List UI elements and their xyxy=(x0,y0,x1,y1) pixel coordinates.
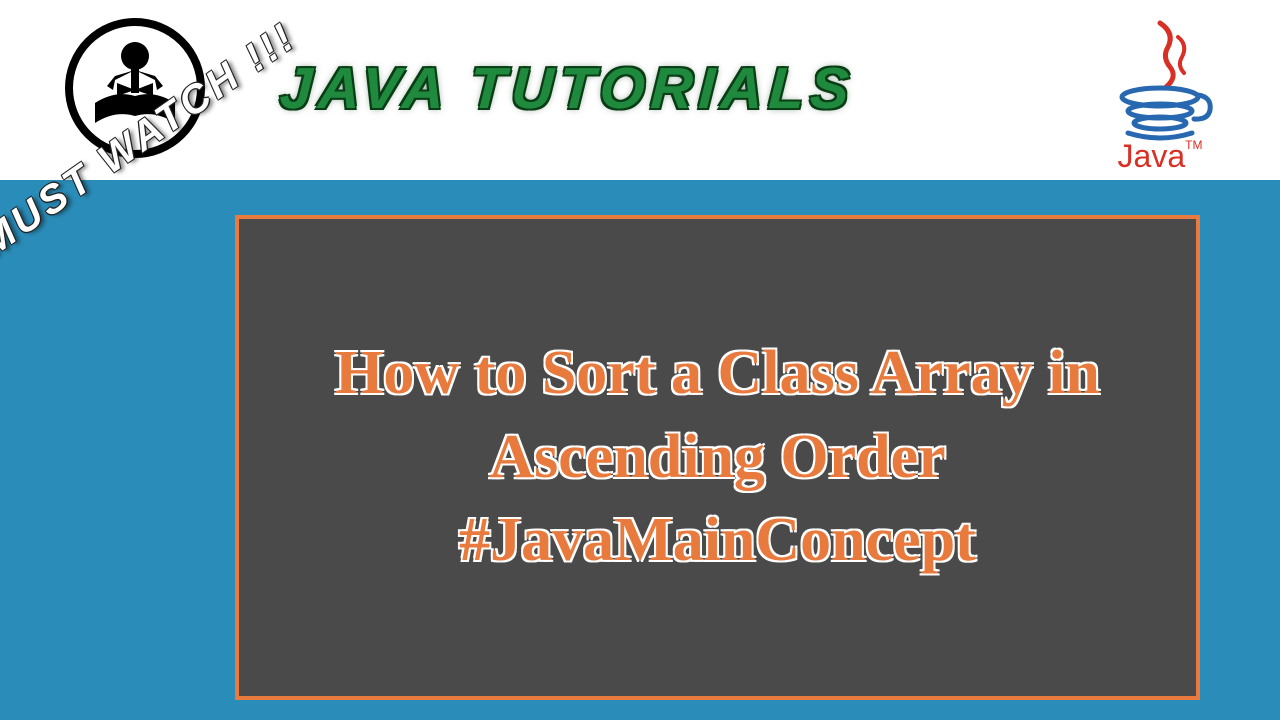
content-title: How to Sort a Class Array in Ascending O… xyxy=(259,332,1176,583)
lower-section: MUST WATCH !!! How to Sort a Class Array… xyxy=(0,180,1280,720)
java-logo: JavaTM xyxy=(1090,15,1230,170)
header-title: JAVA TUTORIALS xyxy=(278,55,856,122)
java-logo-text: JavaTM xyxy=(1090,138,1230,175)
trademark-symbol: TM xyxy=(1185,138,1202,152)
content-box: How to Sort a Class Array in Ascending O… xyxy=(235,215,1200,700)
